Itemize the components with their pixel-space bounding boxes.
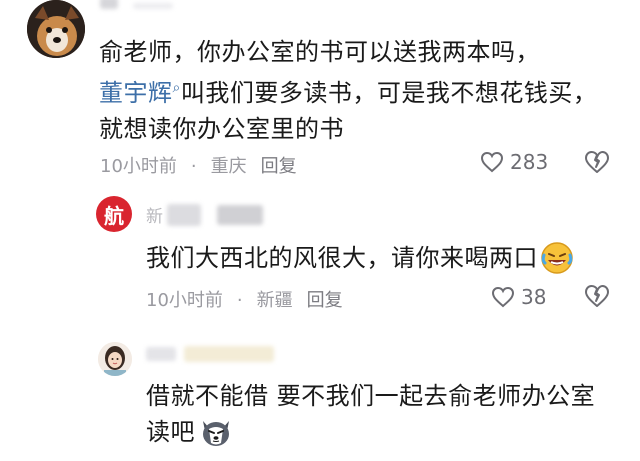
like-count: 283 <box>510 150 549 174</box>
heart-icon <box>491 286 515 308</box>
reply-button[interactable]: 回复 <box>307 290 343 311</box>
reply-text: 我们大西北的风很大，请你来喝两口 <box>146 240 574 276</box>
meta-separator: · <box>190 156 197 177</box>
reply-meta: 10小时前 · 新疆 回复 <box>146 286 357 312</box>
comment-meta: 10小时前 · 重庆 回复 <box>100 152 311 178</box>
laughing-crying-emoji-icon <box>540 241 574 275</box>
husky-dog-emoji-icon <box>199 415 233 449</box>
timestamp: 10小时前 <box>146 290 223 311</box>
like-count: 38 <box>521 285 547 309</box>
comment-line-2: 董宇辉⌕叫我们要多读书，可是我不想花钱买， <box>99 70 619 111</box>
dislike-button[interactable] <box>584 150 610 178</box>
avatar[interactable]: 航 <box>96 196 132 232</box>
comment-line-2-text: 叫我们要多读书，可是我不想花钱买， <box>180 79 598 107</box>
location: 新疆 <box>256 290 293 311</box>
girl-avatar-icon <box>98 342 132 376</box>
reply-author-name[interactable]: 新 <box>146 202 263 227</box>
broken-heart-icon <box>585 151 609 173</box>
reply-line-2: 读吧 <box>146 414 626 450</box>
dislike-button[interactable] <box>584 284 610 312</box>
like-button[interactable]: 38 <box>491 285 546 309</box>
reply-button[interactable]: 回复 <box>261 156 297 177</box>
meta-separator: · <box>236 290 243 311</box>
reply-author-name[interactable] <box>146 346 274 362</box>
avatar-label: 航 <box>104 203 124 228</box>
dog-avatar-icon <box>27 0 85 58</box>
broken-heart-icon <box>585 285 609 307</box>
reply-text: 借就不能借 要不我们一起去俞老师办公室 读吧 <box>146 378 626 450</box>
comment-line-1: 俞老师，你办公室的书可以送我两本吗， <box>99 38 540 66</box>
mention-link[interactable]: 董宇辉 <box>99 79 173 107</box>
comment-text: 俞老师，你办公室的书可以送我两本吗， 董宇辉⌕叫我们要多读书，可是我不想花钱买，… <box>99 34 619 147</box>
search-icon[interactable]: ⌕ <box>173 80 181 96</box>
avatar[interactable] <box>27 0 85 58</box>
timestamp: 10小时前 <box>100 156 177 177</box>
reply-line-1: 借就不能借 要不我们一起去俞老师办公室 <box>146 382 596 410</box>
reply-line-2-text: 读吧 <box>146 418 195 446</box>
like-button[interactable]: 283 <box>480 150 548 174</box>
reply-author-text: 新 <box>146 207 163 227</box>
avatar[interactable] <box>98 342 132 376</box>
location: 重庆 <box>210 156 247 177</box>
comment-line-3: 就想读你办公室里的书 <box>99 115 344 143</box>
commenter-name[interactable] <box>100 0 180 9</box>
heart-icon <box>480 151 504 173</box>
reply-text-content: 我们大西北的风很大，请你来喝两口 <box>146 244 538 272</box>
